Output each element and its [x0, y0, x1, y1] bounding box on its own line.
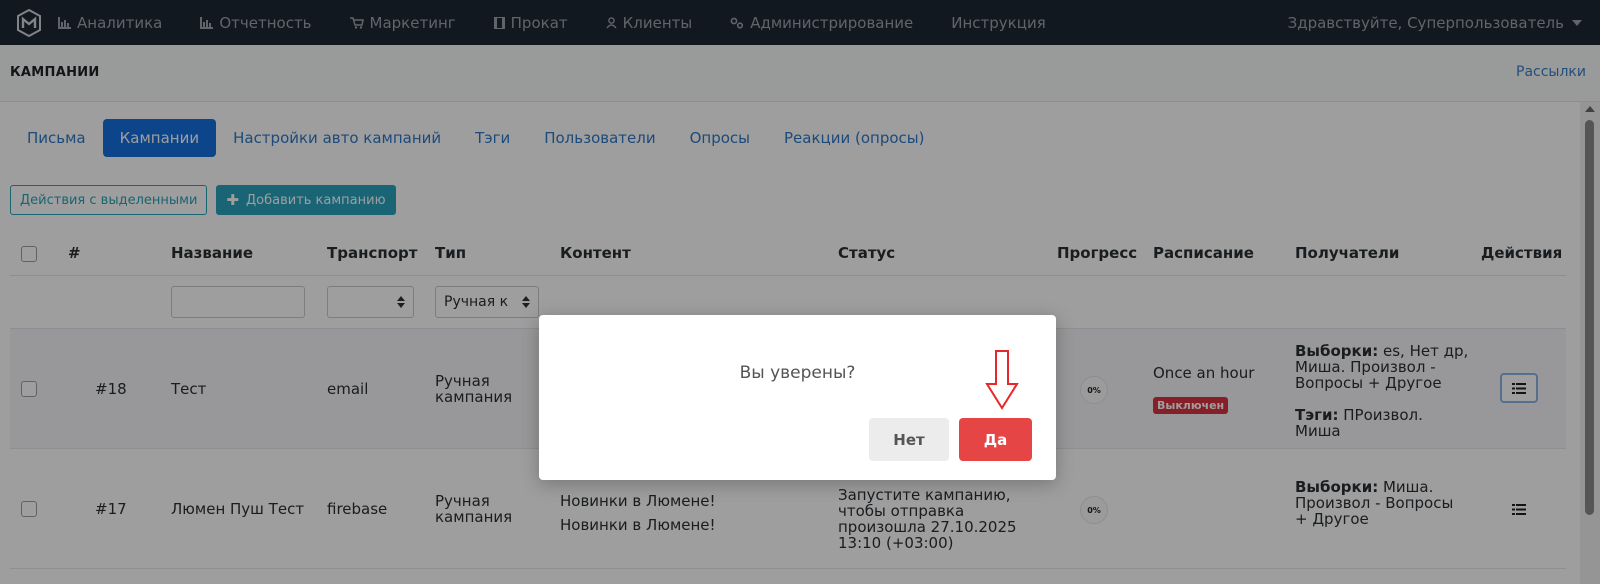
- cancel-button[interactable]: Нет: [869, 418, 949, 461]
- confirm-dialog: Вы уверены? Нет Да: [539, 315, 1056, 480]
- modal-backdrop[interactable]: [0, 0, 1600, 584]
- down-arrow-icon: [985, 350, 1019, 410]
- confirm-question: Вы уверены?: [739, 363, 856, 383]
- confirm-button[interactable]: Да: [959, 418, 1032, 461]
